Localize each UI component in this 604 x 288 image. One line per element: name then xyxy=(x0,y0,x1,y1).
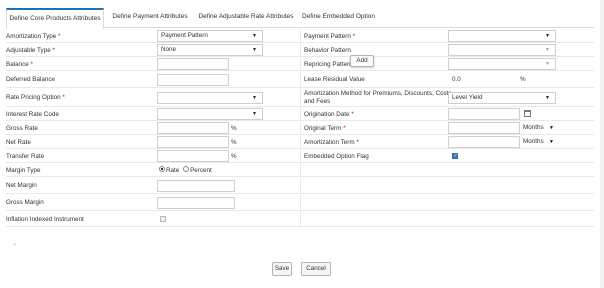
form-row: Rate Pricing Option * ▼ Amortization Met… xyxy=(6,89,594,107)
percent-suffix: % xyxy=(520,76,526,83)
gross-margin-input[interactable] xyxy=(157,197,235,209)
amortization-term-input[interactable] xyxy=(448,136,520,148)
margin-type-percent-radio[interactable] xyxy=(183,166,190,173)
percent-suffix: % xyxy=(231,125,237,132)
behavior-pattern-label: Behavior Pattern xyxy=(304,47,351,54)
balance-label: Balance * xyxy=(6,61,33,68)
form-row: Amortization Type * Payment Pattern ▼ Pay… xyxy=(6,30,594,43)
tab-adjustable-rate[interactable]: Define Adjustable Rate Attributes xyxy=(196,8,296,27)
adjustable-type-label: Adjustable Type * xyxy=(6,47,55,54)
caret-down-icon: ▼ xyxy=(252,33,257,39)
payment-pattern-label: Payment Pattern * xyxy=(304,33,356,40)
amortization-method-label: Amortization Method for Premiums, Discou… xyxy=(304,90,452,105)
caret-down-icon: ▼ xyxy=(252,47,257,53)
rate-pricing-option-label: Rate Pricing Option * xyxy=(6,94,65,101)
amortization-type-label: Amortization Type * xyxy=(6,33,61,40)
cancel-button[interactable]: Cancel xyxy=(301,262,331,276)
balance-input[interactable] xyxy=(157,58,229,70)
net-margin-input[interactable] xyxy=(157,180,235,192)
percent-option-label: Percent xyxy=(190,167,212,174)
tab-embedded-option[interactable]: Define Embedded Option xyxy=(302,8,375,27)
amortization-term-unit-select[interactable]: Months ▼ xyxy=(520,136,556,148)
inflation-indexed-label: Inflation Indexed Instrument xyxy=(6,216,84,223)
origination-date-label: Origination Date * xyxy=(304,111,354,118)
margin-type-radio-group: Rate Percent xyxy=(159,164,212,177)
gross-rate-label: Gross Rate xyxy=(6,125,38,132)
form-row: Net Margin xyxy=(6,178,594,194)
form-row: Gross Margin xyxy=(6,195,594,211)
repricing-pattern-label: Repricing Pattern xyxy=(304,61,353,68)
adjustable-type-select[interactable]: None ▼ xyxy=(157,44,263,56)
caret-down-icon: ▼ xyxy=(545,95,550,101)
form-row: Net Rate % Amortization Term * Months ▼ xyxy=(6,136,594,149)
caret-down-icon: ▼ xyxy=(549,125,554,131)
tab-bar: Define Core Products Attributes Define P… xyxy=(6,8,594,29)
lease-residual-value-input[interactable]: 0.0 xyxy=(448,74,520,86)
payment-pattern-select[interactable]: ▼ xyxy=(448,30,556,42)
scrollbar[interactable] xyxy=(600,0,604,288)
margin-type-rate-radio[interactable] xyxy=(159,166,165,173)
add-button[interactable]: Add xyxy=(350,55,374,67)
net-rate-input[interactable] xyxy=(157,136,229,148)
inflation-indexed-checkbox[interactable] xyxy=(160,216,166,222)
interest-rate-code-label: Interest Rate Code xyxy=(6,111,59,118)
percent-suffix: % xyxy=(231,153,237,160)
caret-down-icon: ▼ xyxy=(545,61,550,67)
gross-rate-input[interactable] xyxy=(157,122,229,134)
gross-margin-label: Gross Margin xyxy=(6,199,44,206)
transfer-rate-label: Transfer Rate xyxy=(6,153,45,160)
transfer-rate-input[interactable] xyxy=(157,150,229,162)
form-row: Transfer Rate % Embedded Option Flag xyxy=(6,150,594,163)
rate-option-label: Rate xyxy=(166,167,180,174)
tab-payment-attributes[interactable]: Define Payment Attributes xyxy=(110,8,190,27)
save-button[interactable]: Save xyxy=(272,262,292,276)
form-row: Deferred Balance Lease Residual Value 0.… xyxy=(6,72,594,88)
net-margin-label: Net Margin xyxy=(6,182,37,189)
interest-rate-code-select[interactable]: ▼ xyxy=(157,108,263,120)
caret-down-icon: ▼ xyxy=(545,33,550,39)
caret-down-icon: ▼ xyxy=(545,47,550,53)
net-rate-label: Net Rate xyxy=(6,139,31,146)
form-row: Inflation Indexed Instrument xyxy=(6,212,594,227)
lease-residual-value-label: Lease Residual Value xyxy=(304,76,365,83)
original-term-label: Original Term * xyxy=(304,125,346,132)
caret-down-icon: ▼ xyxy=(252,111,257,117)
original-term-input[interactable] xyxy=(448,122,520,134)
embedded-option-flag-checkbox[interactable] xyxy=(452,153,458,159)
amortization-method-select[interactable]: Level Yield ▼ xyxy=(448,92,556,104)
deferred-balance-label: Deferred Balance xyxy=(6,76,56,83)
embedded-option-flag-label: Embedded Option Flag xyxy=(304,153,369,160)
amortization-type-select[interactable]: Payment Pattern ▼ xyxy=(157,30,263,42)
origination-date-input[interactable] xyxy=(448,108,520,120)
calendar-icon[interactable] xyxy=(524,110,531,117)
tab-core-products[interactable]: Define Core Products Attributes xyxy=(6,8,104,29)
form-row: Gross Rate % Original Term * Months ▼ xyxy=(6,122,594,135)
form-row: Margin Type Rate Percent xyxy=(6,164,594,177)
form-row: Adjustable Type * None ▼ Behavior Pattern… xyxy=(6,44,594,57)
caret-down-icon: ▼ xyxy=(252,95,257,101)
repricing-pattern-select[interactable]: ▼ xyxy=(448,58,556,70)
deferred-balance-input[interactable] xyxy=(157,74,229,86)
rate-pricing-option-select[interactable]: ▼ xyxy=(157,92,263,104)
margin-type-label: Margin Type xyxy=(6,167,41,174)
form-row: Balance * Repricing Pattern ▼ xyxy=(6,58,594,71)
behavior-pattern-select[interactable]: ▼ xyxy=(448,44,556,56)
percent-suffix: % xyxy=(231,139,237,146)
caret-down-icon: ▼ xyxy=(549,139,554,145)
form-row: Interest Rate Code ▼ Origination Date * xyxy=(6,108,594,121)
amortization-term-label: Amortization Term * xyxy=(304,139,359,146)
chevron-down-icon[interactable]: ⌄ xyxy=(12,240,17,247)
original-term-unit-select[interactable]: Months ▼ xyxy=(520,122,556,134)
